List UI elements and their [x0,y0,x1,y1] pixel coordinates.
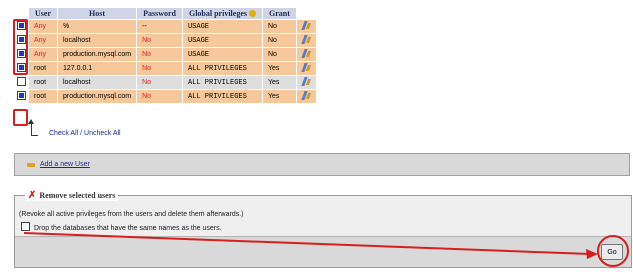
cell-password: No [137,62,182,75]
table-header-row: User Host Password Global privileges Gra… [15,8,316,19]
row-checkbox-box[interactable] [17,91,26,100]
check-all-links: Check All / Uncheck All [49,130,121,137]
cell-host: localhost [58,76,137,89]
drop-databases-option[interactable]: Drop the databases that have the same na… [21,222,222,232]
cell-privileges: USAGE [182,20,262,33]
cell-edit[interactable] [296,76,316,89]
remove-description: (Revoke all active privileges from the u… [19,211,244,218]
users-table: User Host Password Global privileges Gra… [14,7,317,104]
cell-edit[interactable] [296,62,316,75]
cell-grant: Yes [262,90,296,103]
cell-host: production.mysql.com [58,90,137,103]
table-row: Any localhost No USAGE No [15,34,316,47]
cell-grant: No [262,48,296,61]
cell-edit[interactable] [296,90,316,103]
remove-users-fieldset: ✗ Remove selected users (Revoke all activ… [14,190,632,268]
edit-privileges-icon[interactable] [302,35,311,44]
header-grant[interactable]: Grant [262,8,296,19]
remove-users-legend-text: Remove selected users [39,191,116,200]
cell-edit[interactable] [296,34,316,47]
header-user[interactable]: User [29,8,57,19]
add-user-bar: Add a new User [14,153,630,176]
cell-user: Any [29,34,57,47]
cell-edit[interactable] [296,48,316,61]
row-checkbox[interactable] [15,76,28,89]
cell-password: No [137,90,182,103]
row-checkbox-box[interactable] [17,77,26,86]
edit-privileges-icon[interactable] [302,91,311,100]
edit-privileges-icon[interactable] [302,77,311,86]
cell-edit[interactable] [296,20,316,33]
cell-user: Any [29,48,57,61]
cell-grant: Yes [262,62,296,75]
edit-privileges-icon[interactable] [302,63,311,72]
table-row: root 127.0.0.1 No ALL PRIVILEGES Yes [15,62,316,75]
checkbox-highlight-single [13,109,28,126]
go-button-highlight [597,235,629,267]
uncheck-all-link[interactable]: Uncheck All [84,130,121,137]
cell-host: % [58,20,137,33]
help-icon[interactable] [248,10,256,17]
drop-databases-label[interactable]: Drop the databases that have the same na… [34,225,222,232]
drop-databases-checkbox[interactable] [21,222,30,231]
cell-privileges: USAGE [182,48,262,61]
cell-user: root [29,62,57,75]
cell-host: production.mysql.com [58,48,137,61]
remove-x-icon: ✗ [28,190,37,201]
table-row: root localhost No ALL PRIVILEGES Yes [15,76,316,89]
cell-grant: Yes [262,76,296,89]
remove-users-legend: ✗ Remove selected users [25,190,119,201]
header-global-privileges-label: Global privileges [188,9,247,18]
cell-host: 127.0.0.1 [58,62,137,75]
table-row: Any% -- USAGE No [15,20,316,33]
cell-privileges: ALL PRIVILEGES [182,76,262,89]
header-host[interactable]: Host [58,8,137,19]
add-user-link[interactable]: Add a new User [40,161,90,168]
header-password[interactable]: Password [137,8,182,19]
cell-password: No [137,76,182,89]
header-global-privileges[interactable]: Global privileges [182,8,262,19]
cell-password: -- [137,20,182,33]
add-user-icon[interactable] [27,161,35,169]
cell-password: No [137,48,182,61]
remove-footer: Go [15,236,631,267]
cell-grant: No [262,20,296,33]
check-all-arrow-icon [28,119,38,136]
cell-user: root [29,90,57,103]
header-checkbox-column [15,8,28,19]
checkbox-highlight-group [13,19,28,75]
cell-privileges: ALL PRIVILEGES [182,62,262,75]
table-row: root production.mysql.com No ALL PRIVILEGES… [15,90,316,103]
header-action-column [297,8,316,19]
cell-privileges: ALL PRIVILEGES [182,90,262,103]
cell-privileges: USAGE [182,34,262,47]
cell-grant: No [262,34,296,47]
edit-privileges-icon[interactable] [302,21,311,30]
cell-user: root [29,76,57,89]
table-row: Any production.mysql.com No USAGE No [15,48,316,61]
cell-host: localhost [58,34,137,47]
row-checkbox[interactable] [15,90,28,103]
check-all-link[interactable]: Check All [49,130,78,137]
edit-privileges-icon[interactable] [302,49,311,58]
cell-password: No [137,34,182,47]
cell-user: Any [29,20,57,33]
